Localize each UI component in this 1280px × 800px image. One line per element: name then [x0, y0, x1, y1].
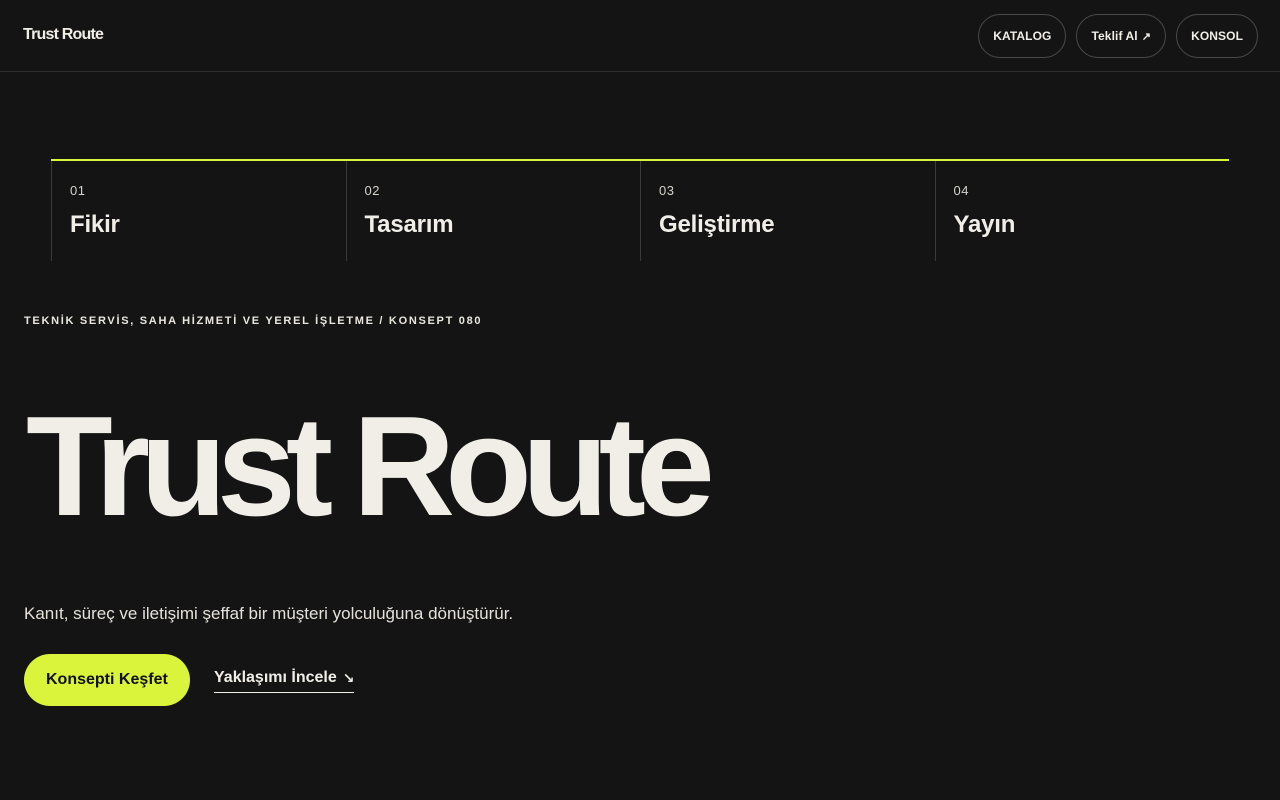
nav-konsol-label: KONSOL	[1191, 29, 1243, 43]
review-approach-label: Yaklaşımı İncele	[214, 669, 337, 686]
review-approach-link[interactable]: Yaklaşımı İncele ↘	[214, 669, 355, 693]
logo[interactable]: Trust Route	[23, 26, 104, 44]
step-number: 03	[659, 183, 675, 198]
arrow-down-right-icon: ↘	[342, 669, 355, 686]
nav-konsol-button[interactable]: KONSOL	[1176, 14, 1258, 58]
top-nav: KATALOG Teklif Al ↗ KONSOL	[978, 14, 1258, 58]
explore-concept-label: Konsepti Keşfet	[46, 671, 168, 688]
nav-teklif-label: Teklif Al	[1091, 29, 1138, 43]
hero-title: Trust Route	[26, 387, 715, 546]
step-yayin: 04 Yayın	[934, 161, 1230, 261]
top-header: Trust Route KATALOG Teklif Al ↗ KONSOL	[0, 0, 1280, 72]
process-steps: 01 Fikir 02 Tasarım 03 Geliştirme 04 Yay…	[51, 159, 1229, 261]
nav-katalog-button[interactable]: KATALOG	[978, 14, 1067, 58]
explore-concept-button[interactable]: Konsepti Keşfet	[24, 654, 190, 706]
step-number: 02	[364, 183, 380, 198]
arrow-up-right-icon: ↗	[1141, 30, 1152, 43]
step-gelistirme: 03 Geliştirme	[640, 161, 935, 261]
step-number: 04	[953, 183, 969, 198]
step-tasarim: 02 Tasarım	[345, 161, 641, 261]
step-title: Tasarım	[364, 211, 454, 238]
nav-teklif-button[interactable]: Teklif Al ↗	[1076, 14, 1167, 58]
page: Trust Route KATALOG Teklif Al ↗ KONSOL 0…	[0, 0, 1280, 800]
step-fikir: 01 Fikir	[51, 161, 346, 261]
hero-eyebrow: TEKNİK SERVİS, SAHA HİZMETİ VE YEREL İŞL…	[24, 315, 483, 327]
step-title: Geliştirme	[659, 211, 775, 238]
hero-subtitle: Kanıt, süreç ve iletişimi şeffaf bir müş…	[24, 604, 514, 623]
step-number: 01	[70, 183, 86, 198]
step-title: Fikir	[70, 211, 120, 238]
nav-katalog-label: KATALOG	[993, 29, 1052, 43]
step-title: Yayın	[953, 211, 1016, 238]
